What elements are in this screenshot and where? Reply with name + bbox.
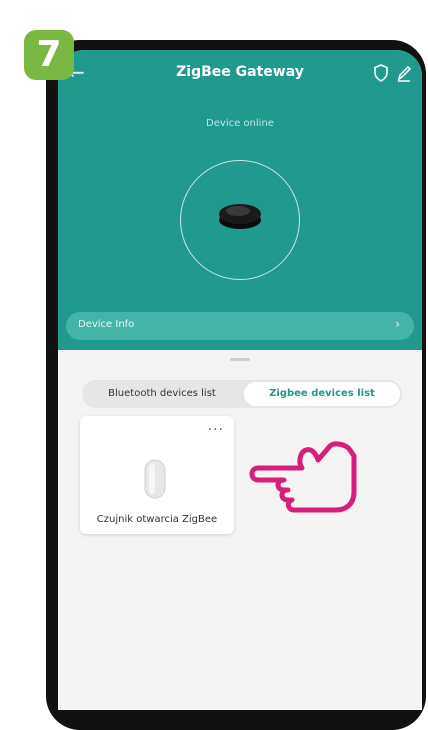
tab-zigbee-devices[interactable]: Zigbee devices list (244, 382, 400, 406)
edit-icon[interactable] (396, 64, 412, 82)
device-status: Device online (206, 118, 274, 129)
app-screen: ← ZigBee Gateway Device online Device In… (58, 50, 422, 710)
device-info-bar[interactable]: Device Info › (66, 312, 414, 340)
pointing-hand-icon (249, 441, 357, 513)
more-options-icon[interactable]: ··· (208, 422, 224, 438)
device-list-tabs: Bluetooth devices list Zigbee devices li… (82, 380, 402, 408)
step-number-badge: 7 (24, 30, 74, 80)
top-bar: ← ZigBee Gateway (58, 58, 422, 90)
device-card[interactable]: ··· Czujnik otwarcia ZigBee (80, 416, 234, 534)
page-title: ZigBee Gateway (176, 64, 304, 80)
sheet-handle[interactable] (230, 358, 250, 361)
gateway-header: ← ZigBee Gateway Device online Device In… (58, 50, 422, 350)
chevron-right-icon: › (395, 317, 400, 331)
device-name: Czujnik otwarcia ZigBee (96, 514, 218, 525)
device-list-sheet: Bluetooth devices list Zigbee devices li… (58, 350, 422, 710)
door-sensor-icon (144, 459, 166, 499)
tab-bluetooth-devices[interactable]: Bluetooth devices list (82, 380, 242, 408)
gateway-device-icon (219, 204, 261, 229)
device-info-label: Device Info (78, 319, 135, 330)
shield-icon[interactable] (373, 64, 389, 82)
